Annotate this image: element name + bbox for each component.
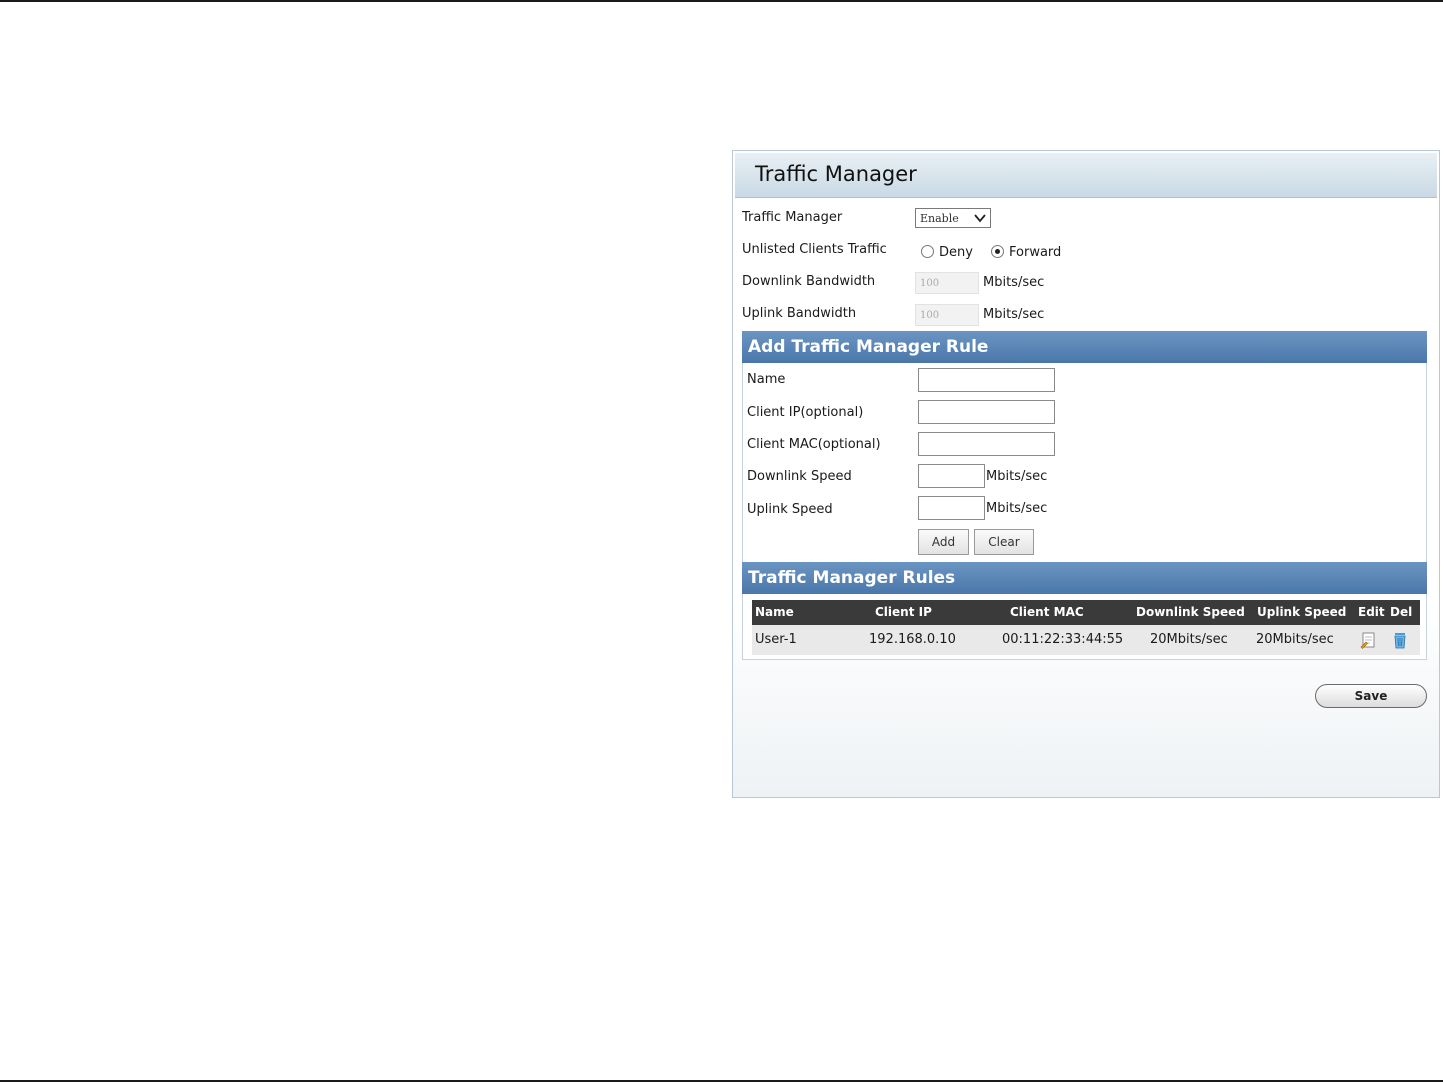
col-edit: Edit xyxy=(1358,605,1385,619)
deny-radio-label: Deny xyxy=(939,245,973,260)
downlink-bandwidth-label: Downlink Bandwidth xyxy=(742,274,876,289)
clear-button[interactable]: Clear xyxy=(974,529,1034,555)
traffic-manager-label: Traffic Manager xyxy=(742,210,843,225)
chevron-down-icon xyxy=(974,214,986,223)
client-mac-input[interactable] xyxy=(918,432,1055,456)
forward-radio[interactable] xyxy=(991,245,1004,258)
col-client-ip: Client IP xyxy=(875,605,932,619)
add-rule-title: Add Traffic Manager Rule xyxy=(748,337,989,357)
client-ip-input[interactable] xyxy=(918,400,1055,424)
rules-header: Traffic Manager Rules xyxy=(742,562,1427,594)
downlink-speed-label: Downlink Speed xyxy=(747,469,852,484)
uplink-bandwidth-unit: Mbits/sec xyxy=(983,307,1045,322)
uplink-bandwidth-label: Uplink Bandwidth xyxy=(742,306,857,321)
row-downlink-speed: 20Mbits/sec xyxy=(1150,632,1228,647)
row-uplink-speed: 20Mbits/sec xyxy=(1256,632,1334,647)
col-downlink-speed: Downlink Speed xyxy=(1136,605,1245,619)
col-uplink-speed: Uplink Speed xyxy=(1257,605,1347,619)
forward-radio-label: Forward xyxy=(1009,245,1062,260)
add-button[interactable]: Add xyxy=(918,529,969,555)
downlink-speed-input[interactable] xyxy=(918,464,985,488)
row-name: User-1 xyxy=(755,632,797,647)
name-input[interactable] xyxy=(918,368,1055,392)
row-client-mac: 00:11:22:33:44:55 xyxy=(1002,632,1124,647)
panel-title: Traffic Manager xyxy=(755,162,917,186)
downlink-bandwidth-field: 100 xyxy=(915,272,979,294)
table-row: User-1 192.168.0.10 00:11:22:33:44:55 20… xyxy=(752,625,1420,655)
uplink-speed-label: Uplink Speed xyxy=(747,502,833,517)
client-mac-label: Client MAC(optional) xyxy=(747,437,881,452)
col-del: Del xyxy=(1390,605,1413,619)
page-top-rule xyxy=(0,0,1443,2)
row-client-ip: 192.168.0.10 xyxy=(869,632,956,647)
col-client-mac: Client MAC xyxy=(1010,605,1084,619)
uplink-bandwidth-field: 100 xyxy=(915,304,979,326)
panel-header: Traffic Manager xyxy=(735,153,1437,198)
col-name: Name xyxy=(755,605,794,619)
edit-icon[interactable] xyxy=(1360,631,1378,649)
downlink-bandwidth-unit: Mbits/sec xyxy=(983,275,1045,290)
trash-icon[interactable] xyxy=(1390,630,1410,650)
unlisted-clients-label: Unlisted Clients Traffic xyxy=(742,242,887,257)
rules-title: Traffic Manager Rules xyxy=(748,568,956,588)
add-rule-header: Add Traffic Manager Rule xyxy=(742,331,1427,363)
traffic-manager-select[interactable]: Enable xyxy=(915,208,991,228)
downlink-speed-unit: Mbits/sec xyxy=(986,469,1048,484)
uplink-speed-unit: Mbits/sec xyxy=(986,501,1048,516)
name-label: Name xyxy=(747,372,786,387)
deny-radio[interactable] xyxy=(921,245,934,258)
rules-table-header: Name Client IP Client MAC Downlink Speed… xyxy=(752,600,1420,625)
uplink-speed-input[interactable] xyxy=(918,496,985,520)
traffic-manager-panel: Traffic Manager Traffic Manager Enable U… xyxy=(732,150,1440,798)
traffic-manager-select-value: Enable xyxy=(920,212,959,225)
client-ip-label: Client IP(optional) xyxy=(747,405,864,420)
save-button[interactable]: Save xyxy=(1315,684,1427,708)
add-rule-body xyxy=(742,363,1427,562)
page-bottom-rule xyxy=(0,1080,1443,1082)
